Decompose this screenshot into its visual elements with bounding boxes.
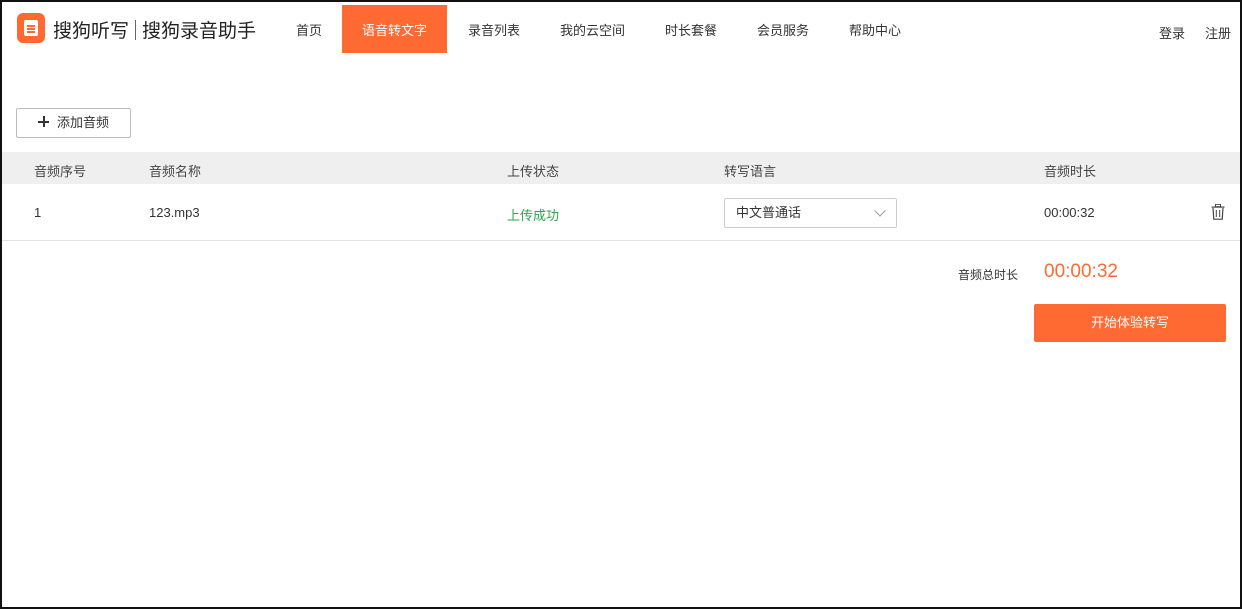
nav-item-recording-list[interactable]: 录音列表 xyxy=(448,5,540,53)
row-upload-status: 上传成功 xyxy=(507,208,560,223)
table-row: 1 123.mp3 上传成功 中文普通话 00:00:32 xyxy=(2,184,1240,241)
brand-primary: 搜狗听写 xyxy=(53,21,130,42)
sogou-record-logo-icon[interactable] xyxy=(17,13,45,43)
trash-handle xyxy=(1215,204,1221,208)
trash-icon[interactable] xyxy=(1211,204,1225,220)
nav-item-membership[interactable]: 会员服务 xyxy=(737,5,829,53)
row-index: 1 xyxy=(34,205,42,220)
language-select[interactable]: 中文普通话 xyxy=(724,198,897,228)
register-link[interactable]: 注册 xyxy=(1205,23,1231,42)
column-duration: 音频时长 xyxy=(1044,164,1097,179)
add-audio-button[interactable]: 添加音频 xyxy=(16,108,131,138)
brand-secondary: 搜狗录音助手 xyxy=(142,21,257,42)
table-header: 音频序号 音频名称 上传状态 转写语言 音频时长 xyxy=(2,152,1240,184)
nav-item-help-center[interactable]: 帮助中心 xyxy=(829,5,921,53)
total-duration-value: 00:00:32 xyxy=(1044,261,1118,282)
column-upload-status: 上传状态 xyxy=(507,164,560,179)
brand-divider xyxy=(135,20,137,40)
nav-item-cloud-space[interactable]: 我的云空间 xyxy=(540,5,645,53)
row-audio-name: 123.mp3 xyxy=(149,205,200,220)
nav-item-time-packages[interactable]: 时长套餐 xyxy=(645,5,737,53)
start-transcription-button[interactable]: 开始体验转写 xyxy=(1034,304,1226,342)
chevron-down-icon xyxy=(874,205,886,217)
main-nav: 首页 语音转文字 录音列表 我的云空间 时长套餐 会员服务 帮助中心 xyxy=(277,5,921,53)
plus-icon xyxy=(38,115,50,129)
trash-body xyxy=(1212,207,1224,220)
nav-item-speech-to-text[interactable]: 语音转文字 xyxy=(342,5,447,53)
column-name: 音频名称 xyxy=(149,164,202,179)
total-duration-label: 音频总时长 xyxy=(958,268,1019,282)
column-language: 转写语言 xyxy=(724,164,777,179)
row-duration: 00:00:32 xyxy=(1044,205,1095,220)
add-audio-label: 添加音频 xyxy=(57,115,110,130)
login-link[interactable]: 登录 xyxy=(1159,23,1185,42)
language-selected-value: 中文普通话 xyxy=(736,205,802,220)
nav-item-home[interactable]: 首页 xyxy=(277,5,341,53)
column-index: 音频序号 xyxy=(34,164,87,179)
brand-title[interactable]: 搜狗听写 搜狗录音助手 xyxy=(53,16,256,43)
top-header: 搜狗听写 搜狗录音助手 首页 语音转文字 录音列表 我的云空间 时长套餐 会员服务… xyxy=(0,0,1242,60)
logo-document-shape xyxy=(24,20,38,36)
